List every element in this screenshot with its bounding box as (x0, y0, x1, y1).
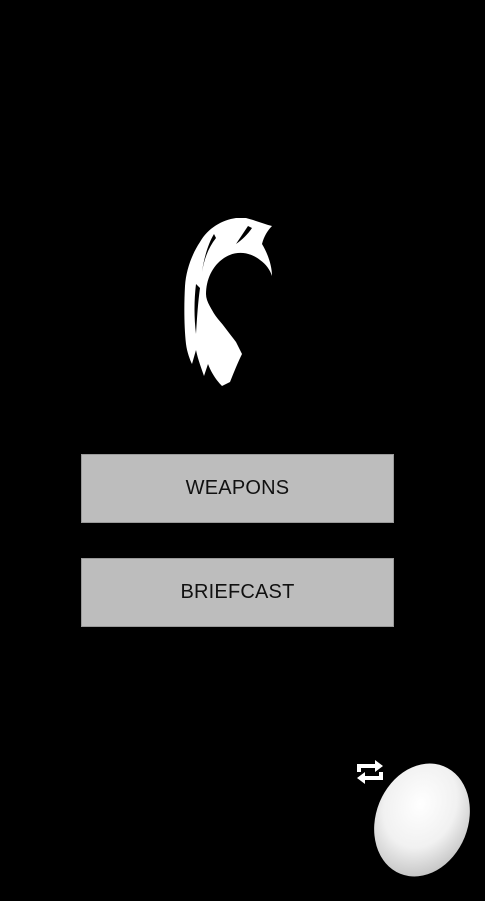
briefcase-button[interactable]: BRIEFCAST (81, 558, 394, 627)
hooded-figure-icon (184, 218, 272, 386)
weapons-button[interactable]: WEAPONS (81, 454, 394, 523)
egg-icon[interactable] (364, 758, 476, 886)
